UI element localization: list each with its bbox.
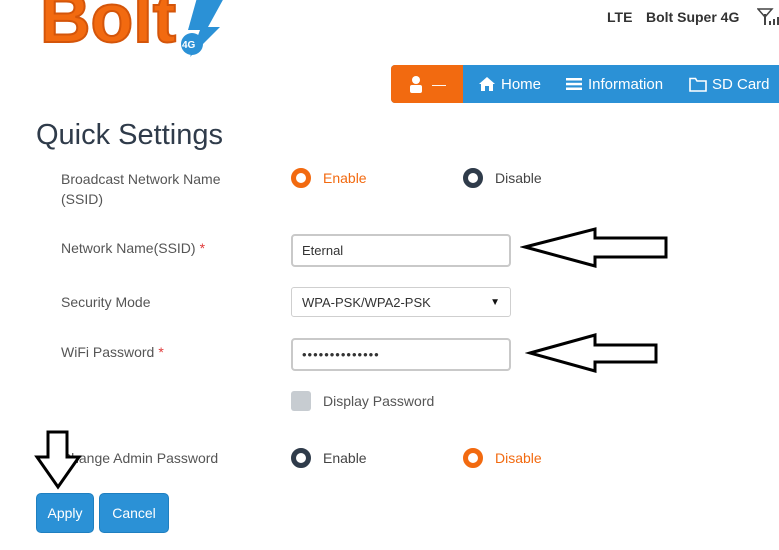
user-menu-label: — <box>432 76 446 92</box>
apply-button[interactable]: Apply <box>36 493 94 533</box>
security-mode-value: WPA-PSK/WPA2-PSK <box>302 294 431 310</box>
display-password-checkbox[interactable] <box>291 391 311 411</box>
broadcast-ssid-label-line2: (SSID) <box>61 191 103 207</box>
required-mark: * <box>199 240 206 256</box>
broadcast-ssid-label: Broadcast Network Name (SSID) <box>61 169 221 209</box>
required-mark: * <box>158 344 164 360</box>
network-name-label: Bolt Super 4G <box>646 9 740 25</box>
broadcast-disable-radio[interactable]: Disable <box>463 168 542 188</box>
cancel-button[interactable]: Cancel <box>99 493 169 533</box>
folder-icon <box>689 77 707 92</box>
bolt-logo: Bolt 4G <box>39 0 223 57</box>
ssid-label-text: Network Name(SSID) <box>61 240 196 256</box>
broadcast-enable-label: Enable <box>323 170 367 186</box>
menu-list-icon <box>566 78 582 90</box>
broadcast-ssid-label-line1: Broadcast Network Name <box>61 171 221 187</box>
page-title: Quick Settings <box>36 119 223 151</box>
svg-text:Bolt: Bolt <box>40 0 176 57</box>
nav-home[interactable]: Home <box>478 65 541 103</box>
network-type-label: LTE <box>607 9 633 25</box>
nav-information-label: Information <box>588 75 664 93</box>
display-password-label: Display Password <box>323 393 435 409</box>
admin-disable-label: Disable <box>495 450 542 466</box>
radio-selected-icon <box>291 168 311 188</box>
nav-sd-card-label: SD Card <box>712 75 770 93</box>
admin-password-label: Change Admin Password <box>61 450 219 466</box>
signal-icon <box>757 8 779 25</box>
home-icon <box>479 77 495 91</box>
wifi-password-label: WiFi Password * <box>61 342 164 362</box>
radio-unselected-icon <box>291 448 311 468</box>
security-mode-label: Security Mode <box>61 294 151 310</box>
logo-badge: 4G <box>182 40 196 51</box>
wifi-password-label-text: WiFi Password <box>61 344 155 360</box>
admin-enable-radio[interactable]: Enable <box>291 448 367 468</box>
admin-disable-radio[interactable]: Disable <box>463 448 542 468</box>
nav-information[interactable]: Information <box>565 65 663 103</box>
nav-sd-card[interactable]: SD Card <box>689 65 770 103</box>
security-mode-select[interactable]: WPA-PSK/WPA2-PSK ▼ <box>291 287 511 317</box>
radio-selected-icon <box>463 448 483 468</box>
broadcast-disable-label: Disable <box>495 170 542 186</box>
radio-unselected-icon <box>463 168 483 188</box>
broadcast-enable-radio[interactable]: Enable <box>291 168 367 188</box>
wifi-password-input[interactable] <box>291 338 511 371</box>
annotation-arrow-password-icon <box>525 333 658 373</box>
top-navigation: — Home Information SD Card <box>391 65 779 103</box>
ssid-label: Network Name(SSID) * <box>61 238 205 258</box>
nav-home-label: Home <box>501 75 542 93</box>
user-menu-button[interactable]: — <box>391 65 463 103</box>
annotation-arrow-ssid-icon <box>520 227 668 268</box>
admin-enable-label: Enable <box>323 450 367 466</box>
annotation-arrow-apply-icon <box>34 430 82 490</box>
ssid-input[interactable] <box>291 234 511 267</box>
user-icon <box>410 76 422 93</box>
dropdown-arrow-icon: ▼ <box>490 296 500 308</box>
